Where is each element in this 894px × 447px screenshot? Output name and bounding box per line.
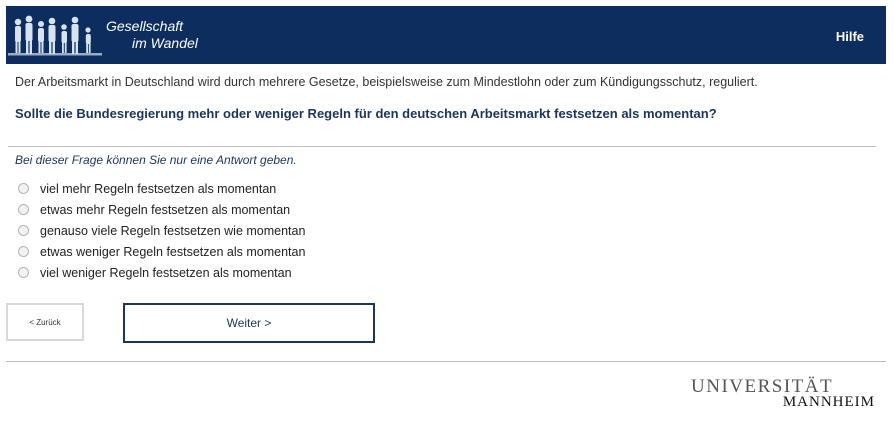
radio-button[interactable] (18, 183, 29, 194)
university-logo-line-2: MANNHEIM (782, 394, 875, 410)
help-link[interactable]: Hilfe (836, 29, 864, 44)
radio-button[interactable] (18, 246, 29, 257)
answer-option[interactable]: viel weniger Regeln festsetzen als momen… (18, 262, 305, 283)
answer-option[interactable]: genauso viele Regeln festsetzen wie mome… (18, 220, 305, 241)
people-silhouettes-icon (8, 15, 102, 56)
universitaet-mannheim-logo: UNIVERSITÄT MANNHEIM (691, 376, 875, 414)
answer-option-label: genauso viele Regeln festsetzen wie mome… (40, 223, 306, 238)
question-text: Sollte die Bundesregierung mehr oder wen… (15, 106, 717, 121)
answer-hint: Bei dieser Frage können Sie nur eine Ant… (15, 153, 297, 167)
logo-text: Gesellschaft im Wandel (106, 18, 198, 52)
gesellschaft-im-wandel-logo: Gesellschaft im Wandel (6, 6, 246, 64)
header-bar: Gesellschaft im Wandel Hilfe (6, 6, 886, 64)
answer-option[interactable]: etwas mehr Regeln festsetzen als momenta… (18, 199, 305, 220)
radio-button[interactable] (18, 204, 29, 215)
radio-button[interactable] (18, 225, 29, 236)
intro-text: Der Arbeitsmarkt in Deutschland wird dur… (15, 75, 758, 89)
logo-line-2: im Wandel (132, 35, 198, 51)
answer-option[interactable]: viel mehr Regeln festsetzen als momentan (18, 178, 305, 199)
answer-option-label: etwas mehr Regeln festsetzen als momenta… (40, 202, 291, 217)
footer-divider (6, 361, 886, 362)
divider (8, 146, 876, 147)
answer-option-label: etwas weniger Regeln festsetzen als mome… (40, 244, 306, 259)
logo-line-1: Gesellschaft (106, 18, 184, 34)
answer-option-label: viel weniger Regeln festsetzen als momen… (40, 265, 292, 280)
radio-button[interactable] (18, 267, 29, 278)
back-button[interactable]: < Zurück (6, 303, 84, 341)
next-button[interactable]: Weiter > (123, 303, 375, 343)
answer-option-label: viel mehr Regeln festsetzen als momentan (40, 181, 277, 196)
answer-options: viel mehr Regeln festsetzen als momentan… (18, 178, 305, 283)
answer-option[interactable]: etwas weniger Regeln festsetzen als mome… (18, 241, 305, 262)
